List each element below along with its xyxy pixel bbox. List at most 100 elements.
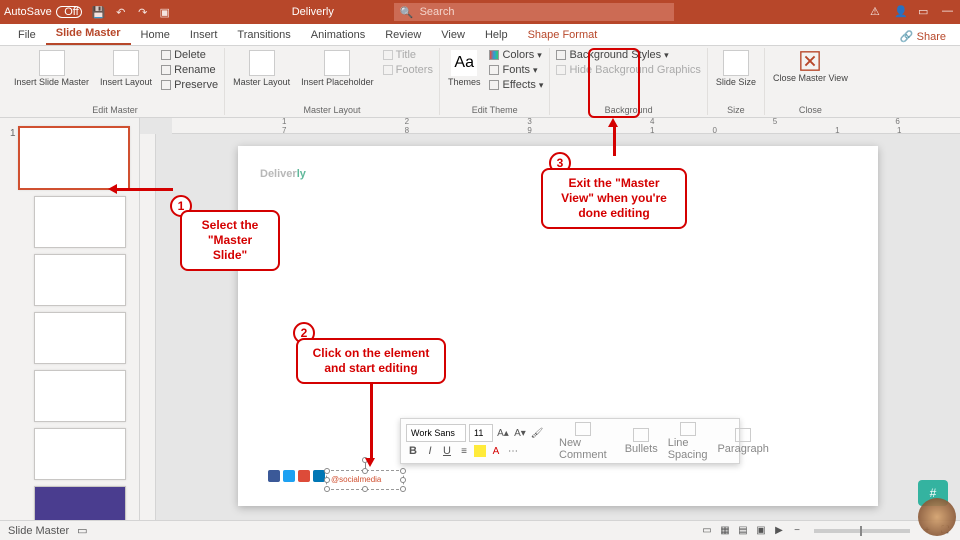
- ellipsis-icon[interactable]: ⋯: [506, 444, 520, 458]
- resize-handle[interactable]: [324, 477, 330, 483]
- tab-file[interactable]: File: [8, 25, 46, 45]
- accessibility-icon[interactable]: ▭: [77, 524, 87, 537]
- account-icon[interactable]: 👤: [894, 5, 908, 19]
- title-bar: AutoSave Off 💾 ↶ ↷ ▣ Deliverly 🔍 Search …: [0, 0, 960, 24]
- quick-access-toolbar: 💾 ↶ ↷ ▣: [92, 5, 172, 19]
- selected-textbox[interactable]: @socialmedia: [326, 470, 404, 490]
- bullets-button[interactable]: Bullets: [622, 428, 661, 455]
- slide-master-icon: [39, 50, 65, 76]
- resize-handle[interactable]: [400, 477, 406, 483]
- share-button[interactable]: 🔗 Share: [894, 28, 952, 45]
- paragraph-icon: [735, 428, 751, 442]
- thumbnail-panel[interactable]: 1: [0, 118, 140, 520]
- logo-text[interactable]: Deliverly: [260, 164, 306, 180]
- master-layout-button[interactable]: Master Layout: [229, 48, 294, 90]
- zoom-out-icon[interactable]: −: [790, 524, 804, 538]
- hide-bg-checkbox[interactable]: Hide Background Graphics: [554, 63, 702, 77]
- redo-icon[interactable]: ↷: [136, 5, 150, 19]
- resize-handle[interactable]: [400, 486, 406, 492]
- grow-font-icon[interactable]: A▴: [496, 426, 510, 440]
- shrink-font-icon[interactable]: A▾: [513, 426, 527, 440]
- start-slideshow-icon[interactable]: ▣: [158, 5, 172, 19]
- title-checkbox[interactable]: Title: [381, 48, 435, 62]
- social-handle-text[interactable]: @socialmedia: [331, 475, 381, 484]
- master-thumbnail[interactable]: 1: [18, 126, 130, 190]
- tab-insert[interactable]: Insert: [180, 25, 228, 45]
- resize-handle[interactable]: [362, 486, 368, 492]
- resize-handle[interactable]: [324, 486, 330, 492]
- slideshow-icon[interactable]: ▶: [772, 524, 786, 538]
- reading-view-icon[interactable]: ▣: [754, 524, 768, 538]
- paragraph-button[interactable]: Paragraph: [714, 428, 771, 455]
- insert-placeholder-button[interactable]: Insert Placeholder: [297, 48, 378, 90]
- annotation-arrow-2: [370, 382, 373, 460]
- layout-thumbnail[interactable]: [34, 196, 126, 248]
- normal-view-icon[interactable]: ▦: [718, 524, 732, 538]
- rename-button[interactable]: Rename: [159, 63, 220, 77]
- annotation-arrow-1: [115, 188, 173, 191]
- delete-button[interactable]: Delete: [159, 48, 220, 62]
- tab-animations[interactable]: Animations: [301, 25, 375, 45]
- layout-thumbnail[interactable]: [34, 370, 126, 422]
- layout-thumbnail[interactable]: [34, 312, 126, 364]
- preserve-button[interactable]: Preserve: [159, 78, 220, 92]
- layout-thumbnail[interactable]: [34, 486, 126, 520]
- notes-icon[interactable]: ▭: [700, 524, 714, 538]
- social-icons[interactable]: [268, 470, 325, 482]
- close-master-view-button[interactable]: Close Master View: [769, 48, 852, 86]
- font-color-icon[interactable]: A: [489, 444, 503, 458]
- font-select[interactable]: Work Sans: [406, 424, 466, 442]
- tab-shape-format[interactable]: Shape Format: [518, 25, 608, 45]
- arrowhead-icon: [108, 184, 117, 194]
- google-icon[interactable]: [298, 470, 310, 482]
- insert-layout-button[interactable]: Insert Layout: [96, 48, 156, 90]
- themes-icon: Aa: [454, 54, 474, 72]
- fonts-icon: [489, 65, 499, 75]
- font-size-select[interactable]: 11: [469, 424, 493, 442]
- slide-size-button[interactable]: Slide Size: [712, 48, 760, 90]
- layout-thumbnail[interactable]: [34, 254, 126, 306]
- zoom-slider[interactable]: [814, 529, 910, 533]
- align-icon[interactable]: ≡: [457, 444, 471, 458]
- tab-slide-master[interactable]: Slide Master: [46, 23, 131, 45]
- underline-icon[interactable]: U: [440, 444, 454, 458]
- new-comment-button[interactable]: New Comment: [556, 422, 610, 461]
- line-spacing-button[interactable]: Line Spacing: [665, 422, 711, 461]
- warning-icon[interactable]: ⚠: [870, 5, 884, 19]
- resize-handle[interactable]: [362, 468, 368, 474]
- search-box[interactable]: 🔍 Search: [394, 3, 674, 21]
- minimize-icon[interactable]: —: [942, 5, 956, 19]
- colors-button[interactable]: Colors ▾: [487, 48, 545, 62]
- layout-thumbnail[interactable]: [34, 428, 126, 480]
- ribbon-tabs: File Slide Master Home Insert Transition…: [0, 24, 960, 46]
- twitter-icon[interactable]: [283, 470, 295, 482]
- tab-home[interactable]: Home: [131, 25, 180, 45]
- tab-review[interactable]: Review: [375, 25, 431, 45]
- group-close: Close Master View Close: [765, 48, 856, 115]
- colors-icon: [489, 50, 499, 60]
- bold-icon[interactable]: B: [406, 444, 420, 458]
- tab-view[interactable]: View: [431, 25, 475, 45]
- italic-icon[interactable]: I: [423, 444, 437, 458]
- group-label: Background: [605, 105, 653, 115]
- tab-help[interactable]: Help: [475, 25, 518, 45]
- sorter-view-icon[interactable]: ▤: [736, 524, 750, 538]
- autosave-toggle[interactable]: AutoSave Off: [4, 6, 82, 18]
- resize-handle[interactable]: [324, 468, 330, 474]
- resize-handle[interactable]: [400, 468, 406, 474]
- tab-transitions[interactable]: Transitions: [227, 25, 300, 45]
- effects-button[interactable]: Effects ▾: [487, 78, 545, 92]
- autosave-switch[interactable]: Off: [56, 6, 82, 18]
- themes-button[interactable]: AaThemes: [444, 48, 485, 90]
- save-icon[interactable]: 💾: [92, 5, 106, 19]
- ribbon-options-icon[interactable]: ▭: [918, 5, 932, 19]
- footers-checkbox[interactable]: Footers: [381, 63, 435, 77]
- facebook-icon[interactable]: [268, 470, 280, 482]
- insert-slide-master-button[interactable]: Insert Slide Master: [10, 48, 93, 90]
- highlight-icon[interactable]: [474, 445, 486, 457]
- fonts-button[interactable]: Fonts ▾: [487, 63, 545, 77]
- format-painter-icon[interactable]: 🖌: [530, 426, 544, 440]
- undo-icon[interactable]: ↶: [114, 5, 128, 19]
- mini-toolbar[interactable]: Work Sans 11 A▴ A▾ 🖌 B I U ≡: [400, 418, 740, 464]
- background-styles-button[interactable]: Background Styles ▾: [554, 48, 702, 62]
